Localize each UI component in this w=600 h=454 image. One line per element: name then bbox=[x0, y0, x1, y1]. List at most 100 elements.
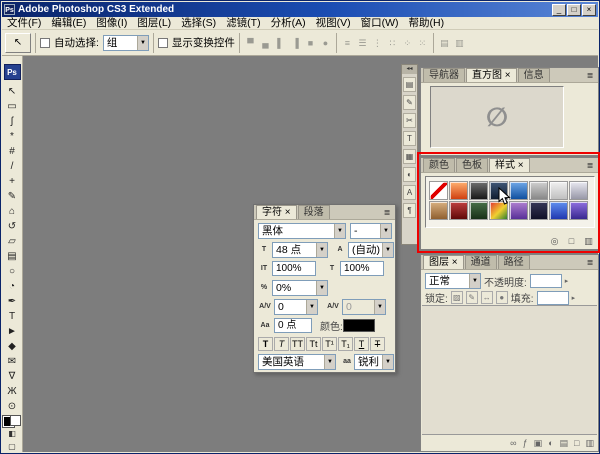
panel-menu-icon[interactable]: ≣ bbox=[584, 257, 596, 268]
tool-preset-picker[interactable]: ↖ bbox=[5, 33, 31, 53]
trash-icon[interactable]: ▥ bbox=[585, 437, 594, 450]
dock-panel-icon-actions[interactable]: A bbox=[403, 185, 416, 200]
opacity-field[interactable] bbox=[530, 274, 562, 288]
zoom-tool[interactable]: ⊙ bbox=[3, 399, 21, 414]
lock-pixels-icon[interactable]: ✎ bbox=[466, 291, 478, 304]
menu-image[interactable]: 图像(I) bbox=[91, 17, 132, 30]
tab-histogram[interactable]: 直方图 × bbox=[466, 68, 517, 82]
shape-tool[interactable]: ◆ bbox=[3, 339, 21, 354]
kerning-dropdown[interactable]: 0 ▼ bbox=[274, 299, 318, 315]
healing-brush-tool[interactable]: + bbox=[3, 174, 21, 189]
underline-button[interactable]: T bbox=[354, 337, 369, 351]
distribute-left-icon[interactable]: ∷ bbox=[386, 36, 399, 50]
all-caps-button[interactable]: TT bbox=[290, 337, 305, 351]
lock-transparency-icon[interactable]: ▨ bbox=[451, 291, 463, 304]
baseline-shift-field[interactable]: 0 点 bbox=[274, 318, 312, 333]
title-bar[interactable]: Ps Adobe Photoshop CS3 Extended _ □ × bbox=[2, 2, 598, 17]
path-selection-tool[interactable]: ► bbox=[3, 324, 21, 339]
superscript-button[interactable]: T¹ bbox=[322, 337, 337, 351]
panel-menu-icon[interactable]: ≣ bbox=[584, 70, 596, 81]
tab-layers[interactable]: 图层 × bbox=[423, 255, 464, 269]
menu-view[interactable]: 视图(V) bbox=[311, 17, 356, 30]
new-layer-icon[interactable]: □ bbox=[574, 437, 579, 450]
menu-layer[interactable]: 图层(L) bbox=[132, 17, 176, 30]
layer-mask-icon[interactable]: ▣ bbox=[534, 437, 543, 450]
dock-panel-icon-paragraph[interactable]: ¶ bbox=[403, 203, 416, 218]
tab-character[interactable]: 字符 × bbox=[256, 205, 297, 219]
align-center-icon[interactable]: ■ bbox=[304, 36, 317, 50]
auto-align-icon[interactable]: ▤ bbox=[438, 36, 451, 50]
menu-filter[interactable]: 滤镜(T) bbox=[221, 17, 265, 30]
auto-select-dropdown[interactable]: 组 ▼ bbox=[103, 35, 149, 51]
history-brush-tool[interactable]: ↺ bbox=[3, 219, 21, 234]
blend-mode-dropdown[interactable]: 正常 ▼ bbox=[425, 273, 481, 289]
distribute-bottom-icon[interactable]: ⋮ bbox=[371, 36, 384, 50]
blur-tool[interactable]: ○ bbox=[3, 264, 21, 279]
fill-slider-arrow-icon[interactable]: ▸ bbox=[572, 294, 576, 302]
slice-tool[interactable]: / bbox=[3, 159, 21, 174]
fill-field[interactable] bbox=[537, 291, 569, 305]
type-tool[interactable]: T bbox=[3, 309, 21, 324]
dock-panel-icon-character[interactable]: T bbox=[403, 131, 416, 146]
show-transform-checkbox[interactable] bbox=[158, 38, 168, 48]
dock-panel-icon-clone-source[interactable]: ✂ bbox=[403, 113, 416, 128]
subscript-button[interactable]: T₁ bbox=[338, 337, 353, 351]
layers-list[interactable] bbox=[422, 305, 597, 435]
strikethrough-button[interactable]: T bbox=[370, 337, 385, 351]
dock-panel-icon-layer-comps[interactable]: ▦ bbox=[403, 149, 416, 164]
dock-panel-icon-brushes[interactable]: ▤ bbox=[403, 77, 416, 92]
distribute-middle-icon[interactable]: ☰ bbox=[356, 36, 369, 50]
distribute-center-icon[interactable]: ⁘ bbox=[401, 36, 414, 50]
tab-navigator[interactable]: 导航器 bbox=[423, 68, 465, 82]
collapse-dock-button[interactable]: ◂◂ bbox=[402, 65, 417, 74]
align-right-icon[interactable]: ▐ bbox=[289, 36, 302, 50]
pen-tool[interactable]: ✒ bbox=[3, 294, 21, 309]
dock-panel-icon-tool-presets[interactable]: ✎ bbox=[403, 95, 416, 110]
workspace-icon[interactable]: ▥ bbox=[453, 36, 466, 50]
move-tool[interactable]: ↖ bbox=[3, 84, 21, 99]
distribute-top-icon[interactable]: ≡ bbox=[341, 36, 354, 50]
link-layers-icon[interactable]: ∞ bbox=[510, 437, 516, 450]
maximize-button[interactable]: □ bbox=[567, 4, 581, 16]
align-left-icon[interactable]: ▌ bbox=[274, 36, 287, 50]
clone-stamp-tool[interactable]: ⌂ bbox=[3, 204, 21, 219]
faux-bold-button[interactable]: T bbox=[258, 337, 273, 351]
menu-analysis[interactable]: 分析(A) bbox=[266, 17, 311, 30]
layer-group-icon[interactable]: ▤ bbox=[560, 437, 569, 450]
tab-info[interactable]: 信息 bbox=[518, 68, 550, 82]
font-family-dropdown[interactable]: 黑体 ▼ bbox=[258, 223, 346, 239]
hand-tool[interactable]: Ж bbox=[3, 384, 21, 399]
align-middle-icon[interactable]: ● bbox=[319, 36, 332, 50]
tab-channels[interactable]: 通道 bbox=[465, 255, 497, 269]
align-bottom-icon[interactable]: ▄ bbox=[259, 36, 272, 50]
distribute-right-icon[interactable]: ⁙ bbox=[416, 36, 429, 50]
small-caps-button[interactable]: Tt bbox=[306, 337, 321, 351]
eyedropper-tool[interactable]: ∇ bbox=[3, 369, 21, 384]
tab-paths[interactable]: 路径 bbox=[498, 255, 530, 269]
panel-menu-icon[interactable]: ≣ bbox=[381, 207, 393, 218]
close-button[interactable]: × bbox=[582, 4, 596, 16]
layer-style-icon[interactable]: ƒ bbox=[523, 437, 528, 450]
lock-all-icon[interactable]: ● bbox=[496, 291, 508, 304]
quick-mask-button[interactable]: ◧ bbox=[4, 428, 20, 439]
brush-tool[interactable]: ✎ bbox=[3, 189, 21, 204]
dock-panel-icon-histogram[interactable]: ◐ bbox=[403, 167, 416, 182]
tab-paragraph[interactable]: 段落 bbox=[298, 205, 330, 219]
vertical-scale-field[interactable]: 100% bbox=[272, 261, 316, 276]
font-size-dropdown[interactable]: 48 点 ▼ bbox=[272, 242, 328, 258]
gradient-tool[interactable]: ▤ bbox=[3, 249, 21, 264]
tracking-dropdown[interactable]: 0 ▼ bbox=[342, 299, 386, 315]
rectangular-marquee-tool[interactable]: ▭ bbox=[3, 99, 21, 114]
adjustment-layer-icon[interactable]: ◐ bbox=[548, 437, 553, 450]
dodge-tool[interactable]: ◔ bbox=[3, 279, 21, 294]
menu-file[interactable]: 文件(F) bbox=[2, 17, 46, 30]
menu-select[interactable]: 选择(S) bbox=[176, 17, 221, 30]
horizontal-scale-field[interactable]: 100% bbox=[340, 261, 384, 276]
opacity-slider-arrow-icon[interactable]: ▸ bbox=[565, 277, 569, 285]
eraser-tool[interactable]: ▱ bbox=[3, 234, 21, 249]
auto-select-checkbox[interactable] bbox=[40, 38, 50, 48]
anti-alias-dropdown[interactable]: 锐利 ▼ bbox=[354, 354, 394, 370]
crop-tool[interactable]: # bbox=[3, 144, 21, 159]
faux-italic-button[interactable]: T bbox=[274, 337, 289, 351]
lasso-tool[interactable]: ʃ bbox=[3, 114, 21, 129]
